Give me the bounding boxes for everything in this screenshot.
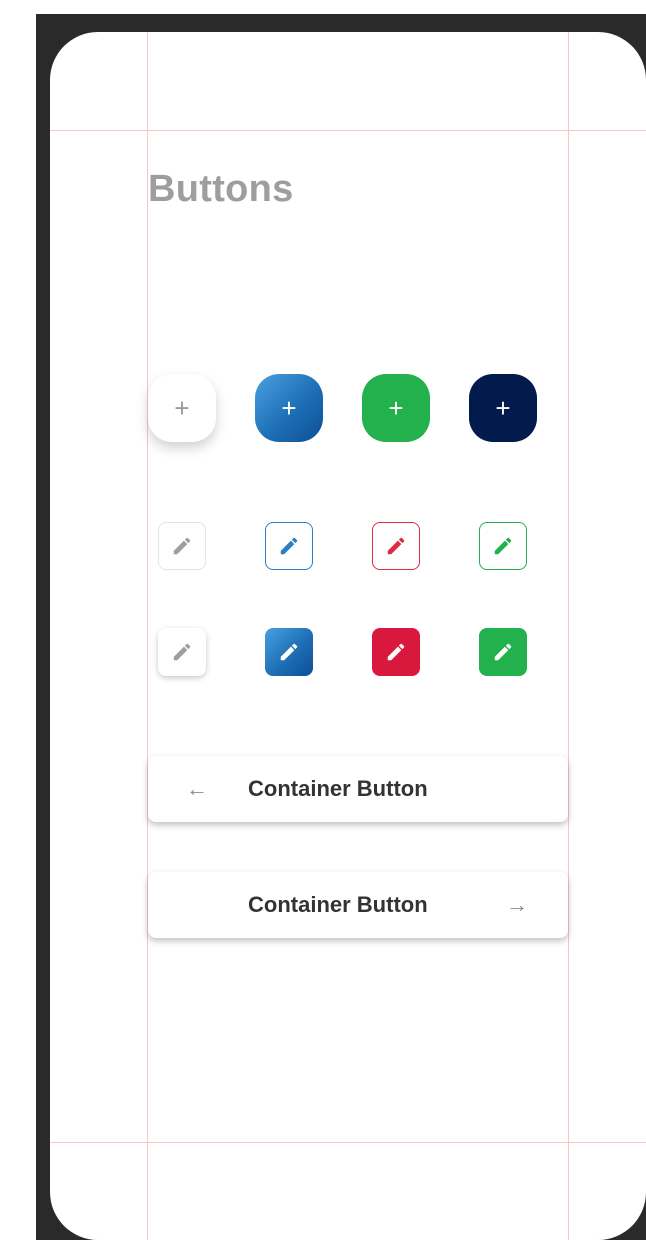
pencil-icon bbox=[173, 537, 191, 555]
container-button-label: Container Button bbox=[248, 892, 428, 917]
plus-icon: + bbox=[281, 393, 297, 423]
edit-button-outlined-blue[interactable] bbox=[265, 522, 313, 570]
layout-guide-horizontal-top bbox=[50, 130, 646, 131]
container-button-label: Container Button bbox=[248, 776, 428, 801]
container-button-forward[interactable]: Container Button → bbox=[148, 872, 568, 938]
layout-guide-vertical-right bbox=[568, 32, 569, 1240]
left-margin bbox=[0, 0, 36, 1240]
pencil-icon bbox=[494, 537, 512, 555]
add-button-blue[interactable]: + bbox=[255, 374, 323, 442]
arrow-left-icon: ← bbox=[186, 776, 208, 801]
phone-screen: Buttons + + + + ← Container Button Conta… bbox=[50, 32, 646, 1240]
layout-guide-vertical-left bbox=[147, 32, 148, 1240]
page-title: Buttons bbox=[148, 168, 294, 210]
pencil-icon bbox=[173, 643, 191, 661]
add-button-green[interactable]: + bbox=[362, 374, 430, 442]
pencil-icon bbox=[280, 537, 298, 555]
edit-button-outlined-green[interactable] bbox=[479, 522, 527, 570]
pencil-icon bbox=[494, 643, 512, 661]
plus-icon: + bbox=[388, 393, 404, 423]
layout-guide-horizontal-bottom bbox=[50, 1142, 646, 1143]
pencil-icon bbox=[387, 643, 405, 661]
pencil-icon bbox=[280, 643, 298, 661]
add-button-navy[interactable]: + bbox=[469, 374, 537, 442]
plus-icon: + bbox=[495, 393, 511, 423]
arrow-right-icon: → bbox=[506, 892, 528, 917]
edit-button-outlined-red[interactable] bbox=[372, 522, 420, 570]
plus-icon: + bbox=[174, 393, 190, 423]
edit-button-filled-green[interactable] bbox=[479, 628, 527, 676]
container-button-back[interactable]: ← Container Button bbox=[148, 756, 568, 822]
pencil-icon bbox=[387, 537, 405, 555]
edit-button-outlined-grey[interactable] bbox=[158, 522, 206, 570]
edit-button-filled-white[interactable] bbox=[158, 628, 206, 676]
edit-button-filled-blue[interactable] bbox=[265, 628, 313, 676]
add-button-white[interactable]: + bbox=[148, 374, 216, 442]
edit-button-filled-red[interactable] bbox=[372, 628, 420, 676]
